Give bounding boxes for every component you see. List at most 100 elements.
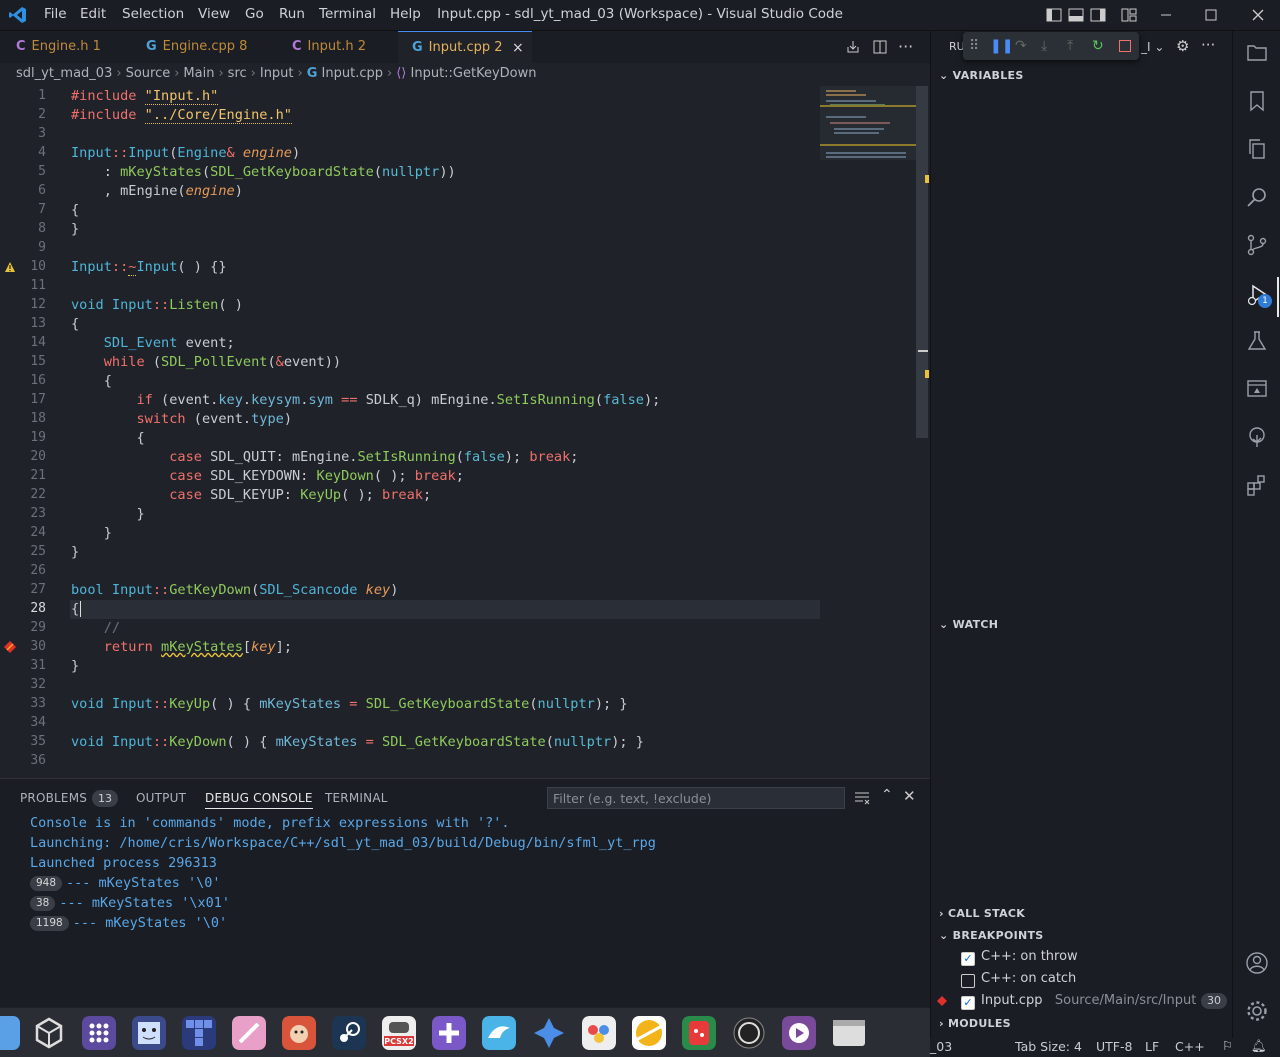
toggle-panel-icon[interactable] — [1067, 6, 1085, 24]
face-app-icon[interactable] — [132, 1016, 166, 1050]
testing-flask-icon[interactable] — [1245, 329, 1269, 353]
code-editor[interactable]: 1 2 3 4 5 6 7 8 9 10 11 12 13 14 15 16 17 18 19 20 21 22 23 24 2… — [0, 86, 930, 776]
menu-file[interactable]: File — [44, 6, 67, 22]
breakpoint-item[interactable]: ✓ C++: on throw — [961, 949, 1078, 966]
tab-input-h[interactable]: C Input.h 2 — [276, 31, 396, 63]
minimap[interactable] — [820, 86, 916, 160]
explorer-icon[interactable] — [1245, 41, 1269, 65]
breadcrumb-item[interactable]: Input — [260, 66, 294, 81]
game-app-icon[interactable] — [682, 1016, 716, 1050]
checkbox-checked[interactable]: ✓ — [961, 952, 975, 966]
call-stack-section-header[interactable]: › CALL STACK — [939, 907, 1025, 920]
launch-config-dropdown-icon[interactable]: _I ⌄ — [1141, 40, 1164, 54]
maximize-panel-icon[interactable]: ⌃ — [881, 787, 893, 803]
breadcrumb-item[interactable]: Main — [183, 66, 214, 81]
tab-input-cpp[interactable]: G Input.cpp 2 × — [398, 31, 532, 63]
watch-section-header[interactable]: ⌄ WATCH — [939, 618, 998, 631]
gimp-app-icon[interactable] — [282, 1016, 316, 1050]
video-player-icon[interactable] — [782, 1016, 816, 1050]
bookmark-icon[interactable] — [1245, 89, 1269, 113]
app-grid-icon[interactable] — [82, 1016, 116, 1050]
steam-app-icon[interactable] — [332, 1016, 366, 1050]
tree-icon[interactable] — [1245, 425, 1269, 449]
close-panel-icon[interactable]: ✕ — [903, 787, 916, 805]
window-app-icon[interactable] — [832, 1016, 866, 1050]
copy-icon[interactable] — [1245, 137, 1269, 161]
gear-icon[interactable]: ⚙ — [1176, 37, 1189, 55]
editor-scrollbar[interactable] — [916, 86, 928, 438]
citra-app-icon[interactable] — [632, 1016, 666, 1050]
toggle-secondary-sidebar-icon[interactable] — [1089, 6, 1107, 24]
extensions-icon[interactable] — [1245, 473, 1269, 497]
source-control-icon[interactable] — [1245, 233, 1269, 257]
menu-view[interactable]: View — [198, 6, 230, 22]
close-tab-icon[interactable]: × — [512, 32, 524, 64]
close-window-icon[interactable] — [1249, 6, 1267, 24]
restart-icon[interactable]: ↻ — [1092, 38, 1104, 54]
maximize-icon[interactable] — [1202, 6, 1220, 24]
unity-app-icon[interactable] — [32, 1016, 66, 1050]
obs-app-icon[interactable] — [732, 1016, 766, 1050]
modules-section-header[interactable]: › MODULES — [939, 1017, 1011, 1030]
paint-app-icon[interactable] — [232, 1016, 266, 1050]
ppsspp-app-icon[interactable] — [532, 1016, 566, 1050]
menu-go[interactable]: Go — [245, 6, 264, 22]
app-icon[interactable] — [0, 1016, 20, 1050]
menu-edit[interactable]: Edit — [80, 6, 106, 22]
checkbox-checked[interactable]: ✓ — [961, 996, 975, 1010]
more-actions-icon[interactable]: ··· — [1201, 36, 1215, 54]
tab-engine-h[interactable]: C Engine.h 1 — [0, 31, 130, 63]
clear-console-icon[interactable] — [854, 791, 870, 805]
status-eol[interactable]: LF — [1145, 1039, 1159, 1054]
menu-terminal[interactable]: Terminal — [319, 6, 376, 22]
drag-handle-icon[interactable]: ⠿ — [969, 38, 979, 54]
status-workspace[interactable]: _03 — [930, 1039, 952, 1054]
account-icon[interactable] — [1245, 951, 1269, 975]
notifications-bell-icon[interactable]: 🔔︎ — [1251, 1038, 1267, 1054]
step-into-icon[interactable]: ⤓ — [1041, 38, 1047, 54]
tab-engine-cpp[interactable]: G Engine.cpp 8 — [130, 31, 264, 63]
remote-explorer-icon[interactable] — [1245, 377, 1269, 401]
settings-gear-icon[interactable] — [1245, 999, 1269, 1023]
dolphin-app-icon[interactable] — [482, 1016, 516, 1050]
status-tab-size[interactable]: Tab Size: 4 — [1015, 1039, 1082, 1054]
toggle-primary-sidebar-icon[interactable] — [1045, 6, 1063, 24]
plus-app-icon[interactable] — [432, 1016, 466, 1050]
checkbox-unchecked[interactable]: ✓ — [961, 974, 975, 988]
split-editor-icon[interactable] — [872, 39, 888, 55]
status-encoding[interactable]: UTF-8 — [1096, 1039, 1132, 1054]
step-out-icon[interactable]: ⤒ — [1067, 38, 1073, 54]
breakpoints-section-header[interactable]: ⌄ BREAKPOINTS — [939, 929, 1044, 942]
breakpoint-icon[interactable] — [4, 641, 16, 653]
search-icon[interactable] — [1245, 185, 1269, 209]
tab-output[interactable]: OUTPUT — [136, 791, 186, 805]
tetris-app-icon[interactable] — [182, 1016, 216, 1050]
menu-selection[interactable]: Selection — [122, 6, 184, 22]
breadcrumb-item[interactable]: Source — [126, 66, 171, 81]
stop-icon[interactable] — [1119, 40, 1131, 52]
menu-help[interactable]: Help — [390, 6, 421, 22]
status-language[interactable]: C++ — [1175, 1039, 1205, 1054]
variables-section-header[interactable]: ⌄ VARIABLES — [939, 69, 1024, 82]
breakpoint-item[interactable]: ✓ C++: on catch — [961, 971, 1076, 988]
mgba-app-icon[interactable] — [582, 1016, 616, 1050]
breadcrumb-item[interactable]: Input.cpp — [322, 66, 383, 81]
customize-layout-icon[interactable] — [1120, 6, 1138, 24]
minimize-icon[interactable] — [1157, 6, 1175, 24]
line-number: 23 — [30, 506, 46, 521]
breadcrumb-item[interactable]: sdl_yt_mad_03 — [16, 66, 112, 81]
tab-debug-console[interactable]: DEBUG CONSOLE — [205, 791, 313, 809]
breadcrumb-item[interactable]: src — [228, 66, 247, 81]
feedback-icon[interactable]: ⚐ — [1222, 1038, 1233, 1053]
pcsx2-app-icon[interactable]: PCSX2 — [382, 1016, 416, 1050]
breakpoint-item[interactable]: ✓ Input.cpp Source/Main/src/Input 30 — [961, 993, 1231, 1010]
open-changes-icon[interactable] — [845, 39, 861, 55]
tab-problems[interactable]: PROBLEMS — [20, 791, 87, 805]
console-filter-input[interactable]: Filter (e.g. text, !exclude) — [547, 787, 845, 809]
step-over-icon[interactable]: ↷ — [1015, 38, 1027, 54]
menu-run[interactable]: Run — [279, 6, 305, 22]
breadcrumb-item[interactable]: Input::GetKeyDown — [411, 66, 537, 81]
more-actions-icon[interactable]: ··· — [898, 37, 913, 56]
tab-terminal[interactable]: TERMINAL — [325, 791, 388, 805]
pause-icon[interactable]: ❚❚ — [990, 38, 1013, 54]
